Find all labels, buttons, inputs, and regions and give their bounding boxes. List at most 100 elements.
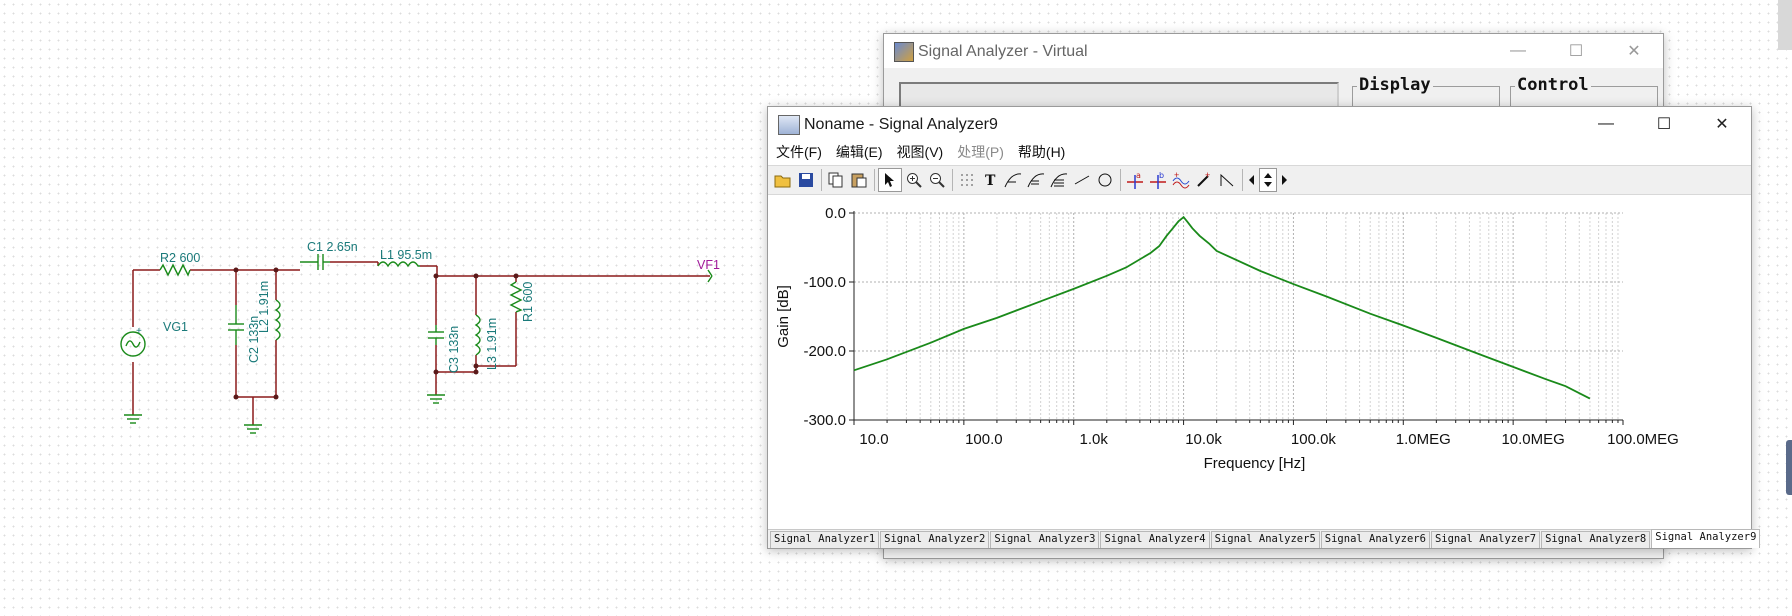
- r2-resistor: [159, 263, 191, 277]
- close-button[interactable]: ✕: [1693, 107, 1751, 141]
- curve-tool-2-icon[interactable]: [1025, 169, 1047, 191]
- cursor-a-icon[interactable]: a: [1124, 169, 1146, 191]
- scroll-right-icon[interactable]: [1278, 169, 1290, 191]
- r1-resistor: [509, 281, 523, 313]
- toolbar-separator: [1242, 169, 1243, 191]
- app-icon: [894, 42, 914, 62]
- minimize-button[interactable]: —: [1577, 107, 1635, 141]
- toolbar: T a b + +: [768, 165, 1751, 195]
- menu-edit[interactable]: 编辑(E): [836, 142, 883, 162]
- side-panel-handle[interactable]: [1786, 440, 1792, 495]
- svg-text:T: T: [985, 173, 996, 188]
- zoom-out-icon[interactable]: [926, 169, 948, 191]
- ground-tank1: [244, 424, 262, 434]
- scroll-left-icon[interactable]: [1246, 169, 1258, 191]
- label-l2: L2 1.91m: [257, 281, 271, 333]
- svg-text:a: a: [1136, 171, 1141, 180]
- tab-signal-analyzer1[interactable]: Signal Analyzer1: [770, 531, 880, 548]
- analyzer-tabs: Signal Analyzer1 Signal Analyzer2 Signal…: [768, 529, 1761, 548]
- y-tick-label: -100.0: [803, 274, 846, 291]
- label-l3: L3 1.91m: [485, 318, 499, 370]
- toolbar-separator: [821, 169, 822, 191]
- menu-bar: 文件(F) 编辑(E) 视图(V) 处理(P) 帮助(H): [768, 141, 1751, 163]
- tab-signal-analyzer4[interactable]: Signal Analyzer4: [1100, 531, 1210, 548]
- tab-signal-analyzer9[interactable]: Signal Analyzer9: [1651, 529, 1761, 548]
- cursor-b-icon[interactable]: b: [1147, 169, 1169, 191]
- wave-marker-icon[interactable]: +: [1170, 169, 1192, 191]
- toolbar-separator: [952, 169, 953, 191]
- x-tick-label: 10.0k: [1185, 431, 1222, 448]
- curve-tool-3-icon[interactable]: [1048, 169, 1070, 191]
- signal-analyzer9-window[interactable]: Noname - Signal Analyzer9 — ☐ ✕ 文件(F) 编辑…: [767, 106, 1761, 549]
- schematic-canvas[interactable]: R2 600 C1 2.65n L1 95.5m VG1 + C2 133n L…: [0, 0, 760, 616]
- components: [120, 254, 713, 434]
- ground-tank2: [427, 394, 445, 404]
- analyzer-window-titlebar[interactable]: Noname - Signal Analyzer9 — ☐ ✕: [768, 107, 1751, 141]
- curve-tool-1-icon[interactable]: [1002, 169, 1024, 191]
- zoom-in-icon[interactable]: [903, 169, 925, 191]
- analyzer-window-title: Noname - Signal Analyzer9: [804, 116, 998, 133]
- tab-signal-analyzer8[interactable]: Signal Analyzer8: [1541, 531, 1651, 548]
- svg-text:+: +: [1205, 171, 1210, 180]
- maximize-button[interactable]: ☐: [1547, 34, 1605, 68]
- step-icon[interactable]: [1216, 169, 1238, 191]
- x-tick-label: 100.0k: [1291, 431, 1337, 448]
- gain-curve: [853, 215, 1591, 400]
- maximize-button[interactable]: ☐: [1635, 107, 1693, 141]
- label-plus: +: [136, 326, 142, 337]
- y-axis-title: Gain [dB]: [775, 285, 792, 348]
- tab-signal-analyzer7[interactable]: Signal Analyzer7: [1430, 531, 1541, 548]
- menu-help[interactable]: 帮助(H): [1018, 142, 1065, 162]
- display-group-label: Display: [1357, 75, 1433, 95]
- vertical-scrollbar[interactable]: [1778, 0, 1792, 50]
- toolbar-separator: [874, 169, 875, 191]
- tab-signal-analyzer6[interactable]: Signal Analyzer6: [1320, 531, 1430, 548]
- x-tick-label: 1.0MEG: [1396, 431, 1451, 448]
- pointer-icon[interactable]: [878, 168, 902, 192]
- tab-signal-analyzer3[interactable]: Signal Analyzer3: [990, 531, 1100, 548]
- label-vf1: VF1: [697, 258, 720, 272]
- y-tick-label: -300.0: [803, 412, 846, 429]
- open-icon[interactable]: [772, 169, 794, 191]
- tab-signal-analyzer2[interactable]: Signal Analyzer2: [880, 531, 990, 548]
- plot-area[interactable]: 0.0 -100.0 -200.0 -300.0 10.0 100.0 1.0k 10.0k 1…: [768, 195, 1751, 475]
- virtual-window-titlebar[interactable]: Signal Analyzer - Virtual — ☐ ✕: [884, 34, 1663, 68]
- x-tick-label: 10.0MEG: [1501, 431, 1564, 448]
- svg-text:b: b: [1159, 171, 1164, 180]
- label-c3: C3 133n: [447, 326, 461, 373]
- x-tick-label: 100.0MEG: [1607, 431, 1679, 448]
- tab-signal-analyzer5[interactable]: Signal Analyzer5: [1210, 531, 1320, 548]
- wires: [132, 261, 710, 425]
- x-tick-label: 1.0k: [1080, 431, 1109, 448]
- x-tick-label: 10.0: [859, 431, 888, 448]
- scroll-updown-icon[interactable]: [1259, 168, 1277, 192]
- copy-icon[interactable]: [825, 169, 847, 191]
- y-tick-label: -200.0: [803, 343, 846, 360]
- y-tick-label: 0.0: [825, 205, 846, 222]
- label-c1: C1 2.65n: [307, 240, 358, 254]
- probe-icon[interactable]: +: [1193, 169, 1215, 191]
- virtual-window-title: Signal Analyzer - Virtual: [918, 43, 1088, 60]
- minimize-button[interactable]: —: [1489, 34, 1547, 68]
- l3-inductor: [474, 314, 481, 356]
- paste-icon[interactable]: [848, 169, 870, 191]
- line-tool-icon[interactable]: [1071, 169, 1093, 191]
- save-icon[interactable]: [795, 169, 817, 191]
- menu-view[interactable]: 视图(V): [897, 142, 944, 162]
- control-group-label: Control: [1515, 75, 1591, 95]
- circle-tool-icon[interactable]: [1094, 169, 1116, 191]
- x-axis-title: Frequency [Hz]: [1204, 455, 1306, 472]
- label-vg1: VG1: [163, 320, 188, 334]
- toolbar-separator: [1120, 169, 1121, 191]
- ground-vg1: [124, 414, 142, 424]
- close-button[interactable]: ✕: [1605, 34, 1663, 68]
- svg-text:+: +: [1174, 171, 1179, 180]
- grid-icon[interactable]: [956, 169, 978, 191]
- label-r2: R2 600: [160, 251, 200, 265]
- bode-chart[interactable]: 0.0 -100.0 -200.0 -300.0 10.0 100.0 1.0k 10.0k 1…: [768, 195, 1749, 475]
- text-tool-icon[interactable]: T: [979, 169, 1001, 191]
- menu-file[interactable]: 文件(F): [776, 142, 822, 162]
- l1-inductor: [377, 261, 420, 268]
- menu-process[interactable]: 处理(P): [957, 142, 1004, 162]
- label-l1: L1 95.5m: [380, 248, 432, 262]
